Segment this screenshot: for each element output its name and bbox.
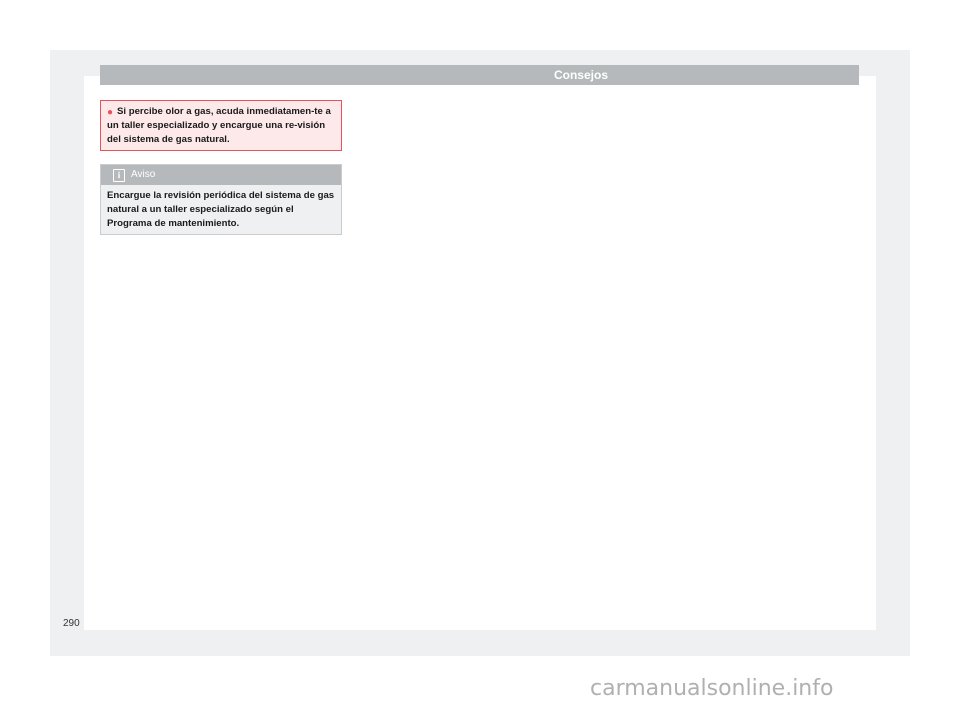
section-title: Consejos [553,68,608,82]
info-icon: i [113,169,125,182]
note-text: Encargue la revisión periódica del siste… [107,190,335,229]
note-title: Aviso [131,169,156,180]
warning-text: Si percibe olor a gas, acuda inmediatame… [107,106,331,145]
section-header-bar [100,65,859,85]
page-sheet [84,76,876,630]
warning-box: ● Si percibe olor a gas, acuda inmediata… [100,100,342,151]
watermark[interactable]: carmanualsonline.info [590,676,833,702]
note-box: i Aviso Encargue la revisión periódica d… [100,164,342,235]
page-number: 290 [63,618,80,629]
note-header: i Aviso [101,165,341,185]
